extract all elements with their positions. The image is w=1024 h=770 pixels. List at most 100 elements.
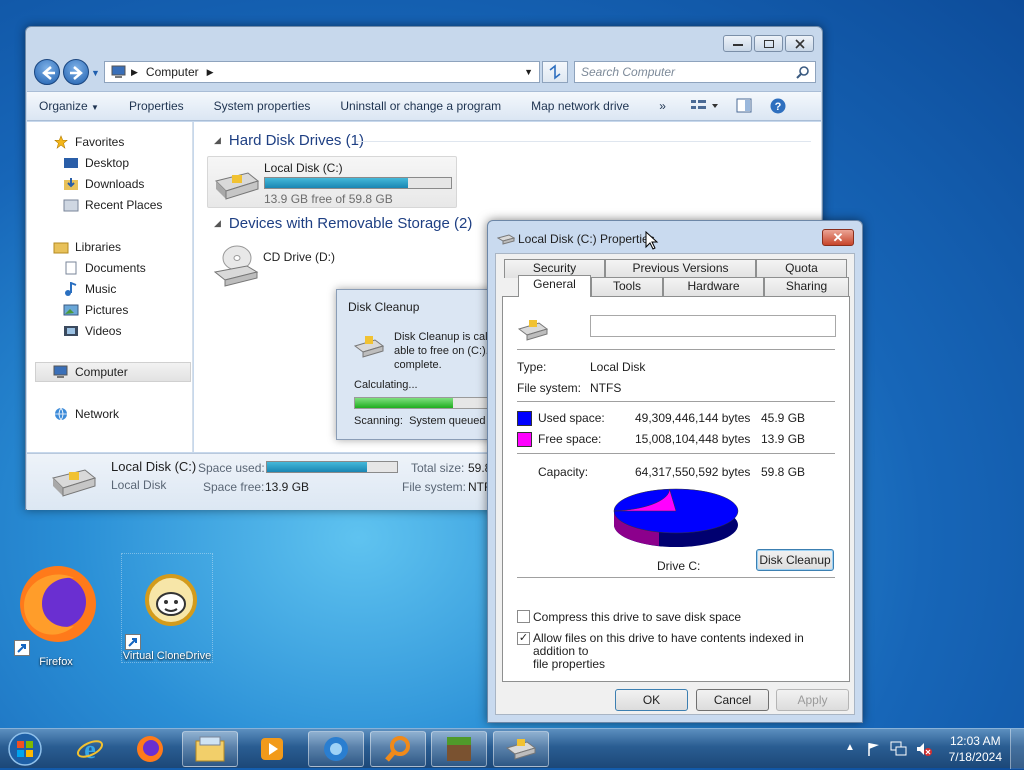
more-commands-button[interactable]: » [659,99,666,113]
drive-name: Local Disk (C:) [264,161,343,175]
drive-name: CD Drive (D:) [263,250,335,264]
sheep-icon [125,554,209,650]
refresh-button[interactable] [542,61,568,83]
clock[interactable]: 12:03 AM 7/18/2024 [949,733,1002,765]
system-properties-button[interactable]: System properties [214,99,311,113]
drive-local-disk-c[interactable]: Local Disk (C:) 13.9 GB free of 59.8 GB [207,156,457,208]
map-network-drive-button[interactable]: Map network drive [531,99,629,113]
recent-pages-dropdown-icon[interactable]: ▼ [91,68,100,78]
file-system-label: File system: [517,381,582,395]
dialog-title: Local Disk (C:) Properties [518,232,655,246]
start-button[interactable] [6,731,44,767]
pictures-icon [63,304,79,316]
compress-checkbox[interactable] [517,610,530,623]
tab-general[interactable]: General [518,275,591,297]
breadcrumb-arrow-icon[interactable]: ▶ [207,67,214,78]
nav-computer[interactable]: Computer [35,362,191,382]
capacity-bytes: 64,317,550,592 bytes [635,465,751,479]
navigation-bar: ▼ ▶ Computer ▶ ▼ Search Computer [34,59,816,85]
show-desktop-button[interactable] [1010,729,1024,769]
taskbar-local-disk[interactable] [493,731,549,767]
collapse-arrow-icon[interactable]: ◢ [214,135,221,146]
free-space-label: Free space: [538,432,602,446]
close-button[interactable] [785,35,814,52]
tab-hardware[interactable]: Hardware [663,277,764,296]
desktop-icon-label: Firefox [39,656,73,668]
type-value: Local Disk [590,360,646,374]
nav-libraries[interactable]: Libraries [53,237,217,257]
desktop-folder-icon [64,158,78,168]
group-removable-storage[interactable]: ◢ Devices with Removable Storage (2) [214,215,472,232]
show-hidden-icons-button[interactable]: ▲ [845,742,855,753]
details-usage-bar [266,461,398,473]
breadcrumb-computer[interactable]: Computer [146,65,199,79]
details-file-system-label: File system: [402,480,467,494]
documents-icon [65,261,77,275]
tab-tools[interactable]: Tools [591,277,663,296]
help-icon[interactable]: ? [770,98,786,114]
disk-cleanup-title: Disk Cleanup [348,300,420,314]
general-tab-page: Type: Local Disk File system: NTFS Used … [502,296,850,682]
cancel-button[interactable]: Cancel [696,689,769,711]
tab-quota[interactable]: Quota [756,259,847,278]
forward-button[interactable] [63,59,89,85]
taskbar-firefox[interactable] [122,731,178,767]
nav-network[interactable]: Network [53,404,217,424]
address-dropdown-icon[interactable]: ▼ [524,67,533,77]
details-space-free-value: 13.9 GB [265,480,310,494]
capacity-gb: 59.8 GB [761,465,806,479]
nav-favorites[interactable]: Favorites [53,132,217,152]
organize-menu[interactable]: Organize ▼ [39,99,99,113]
firefox-icon [137,736,163,762]
drive-icon [505,739,537,760]
disk-cleanup-button[interactable]: Disk Cleanup [756,549,834,571]
desktop-icon-firefox[interactable]: Firefox [10,560,102,668]
taskbar-internet-explorer[interactable]: e [62,731,118,767]
used-space-label: Used space: [538,411,605,425]
maximize-button[interactable] [754,35,783,52]
index-checkbox[interactable]: ✓ [517,632,530,645]
taskbar-windows-explorer[interactable] [182,731,238,767]
details-space-free-label: Space free: [203,480,265,494]
minimize-button[interactable] [723,35,752,52]
uninstall-program-button[interactable]: Uninstall or change a program [340,99,501,113]
calculating-label: Calculating... [354,379,418,391]
type-label: Type: [517,360,547,374]
taskbar-search-app[interactable] [370,731,426,767]
collapse-arrow-icon[interactable]: ◢ [214,218,221,229]
taskbar-media-player[interactable] [244,731,300,767]
view-options-icon[interactable] [690,98,720,114]
used-space-gb: 45.9 GB [761,411,806,425]
drive-cd-d[interactable]: CD Drive (D:) [207,242,457,294]
close-button[interactable]: ✕ [822,229,854,246]
network-status-icon[interactable] [890,741,908,757]
search-input[interactable]: Search Computer [574,61,816,83]
back-button[interactable] [34,59,60,85]
volume-label-input[interactable] [590,315,836,337]
taskbar-browser[interactable] [308,731,364,767]
preview-pane-icon[interactable] [736,98,752,114]
index-label: Allow files on this drive to have conten… [533,631,804,671]
apply-button[interactable]: Apply [776,689,849,711]
group-hard-disk-drives[interactable]: ◢ Hard Disk Drives (1) [214,132,364,149]
volume-muted-icon[interactable] [915,741,933,757]
ok-button[interactable]: OK [615,689,688,711]
computer-icon [111,65,126,78]
action-center-flag-icon[interactable] [866,741,882,757]
taskbar: e ▲ 12:03 AM 7/18/2024 [0,728,1024,769]
breadcrumb-arrow-icon[interactable]: ▶ [131,67,138,78]
recent-places-icon [63,199,79,212]
tab-previous-versions[interactable]: Previous Versions [605,259,756,278]
ie-icon: e [76,735,104,764]
address-bar[interactable]: ▶ Computer ▶ ▼ [104,61,540,83]
star-icon [54,135,68,149]
taskbar-minecraft[interactable] [431,731,487,767]
desktop-icon-virtual-clonedrive[interactable]: Virtual CloneDrive [121,553,213,663]
properties-button[interactable]: Properties [129,99,184,113]
dialog-body: Security Previous Versions Quota General… [495,253,855,715]
search-icon[interactable] [796,66,810,80]
hard-drive-icon [517,320,549,341]
tab-sharing[interactable]: Sharing [764,277,849,296]
cleanup-progress-bar [354,397,496,409]
browser-icon [324,737,348,761]
